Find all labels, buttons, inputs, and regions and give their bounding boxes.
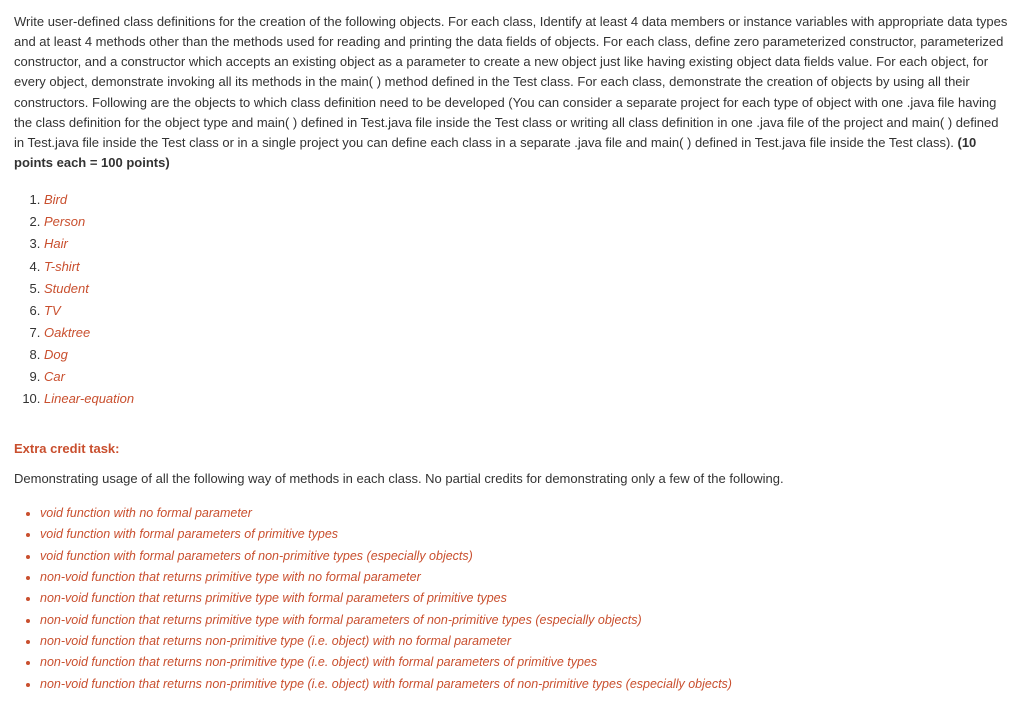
class-name: Student [44, 281, 89, 296]
method-item: void function with formal parameters of … [40, 546, 1010, 567]
list-item: T-shirt [44, 256, 1010, 278]
assignment-description: Write user-defined class definitions for… [14, 12, 1010, 173]
method-item: non-void function that returns non-primi… [40, 652, 1010, 673]
method-item: non-void function that returns primitive… [40, 567, 1010, 588]
method-item: void function with formal parameters of … [40, 524, 1010, 545]
class-name: Linear-equation [44, 391, 134, 406]
list-item: Bird [44, 189, 1010, 211]
class-name: Dog [44, 347, 68, 362]
class-name: Person [44, 214, 85, 229]
class-list: Bird Person Hair T-shirt Student TV Oakt… [44, 189, 1010, 410]
method-item: non-void function that returns primitive… [40, 610, 1010, 631]
class-name: Bird [44, 192, 67, 207]
list-item: Car [44, 366, 1010, 388]
extra-credit-title: Extra credit task: [14, 439, 1010, 459]
list-item: Oaktree [44, 322, 1010, 344]
list-item: Hair [44, 233, 1010, 255]
list-item: Person [44, 211, 1010, 233]
class-name: Car [44, 369, 65, 384]
list-item: Linear-equation [44, 388, 1010, 410]
class-name: Hair [44, 236, 68, 251]
list-item: Student [44, 278, 1010, 300]
class-name: Oaktree [44, 325, 90, 340]
extra-credit-description: Demonstrating usage of all the following… [14, 469, 1010, 489]
class-name: TV [44, 303, 61, 318]
method-item: non-void function that returns non-primi… [40, 631, 1010, 652]
method-item: void function with no formal parameter [40, 503, 1010, 524]
method-item: non-void function that returns non-primi… [40, 674, 1010, 695]
method-list: void function with no formal parameter v… [40, 503, 1010, 695]
description-text: Write user-defined class definitions for… [14, 14, 1007, 150]
class-name: T-shirt [44, 259, 80, 274]
list-item: TV [44, 300, 1010, 322]
method-item: non-void function that returns primitive… [40, 588, 1010, 609]
list-item: Dog [44, 344, 1010, 366]
